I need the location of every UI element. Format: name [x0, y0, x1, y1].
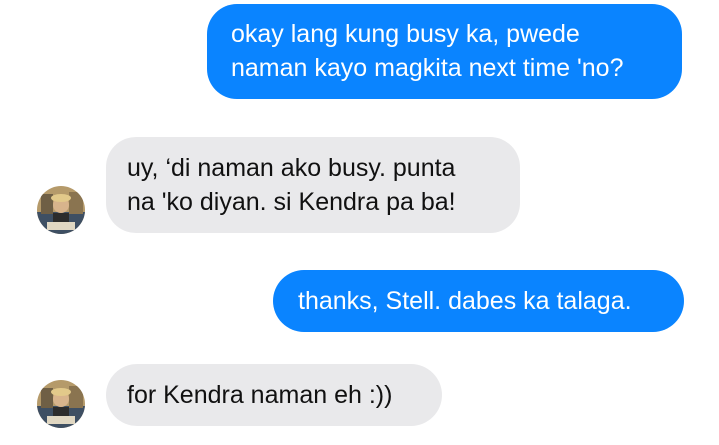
avatar-photo-icon [37, 186, 85, 234]
message-line: uy, ‘di naman ako busy. punta [127, 154, 456, 182]
contact-avatar[interactable] [37, 380, 85, 428]
message-line: for Kendra naman eh :)) [127, 381, 393, 409]
message-line: naman kayo magkita next time 'no? [231, 54, 624, 82]
incoming-message-bubble[interactable]: uy, ‘di naman ako busy. punta na 'ko diy… [106, 137, 520, 233]
message-line: na 'ko diyan. si Kendra pa ba! [127, 188, 456, 216]
outgoing-message-bubble[interactable]: okay lang kung busy ka, pwede naman kayo… [207, 4, 682, 99]
avatar-photo-icon [37, 380, 85, 428]
contact-avatar[interactable] [37, 186, 85, 234]
incoming-message-bubble[interactable]: for Kendra naman eh :)) [106, 364, 442, 426]
message-line: thanks, Stell. dabes ka talaga. [298, 287, 632, 315]
outgoing-message-bubble[interactable]: thanks, Stell. dabes ka talaga. [273, 270, 684, 332]
message-line: okay lang kung busy ka, pwede [231, 20, 580, 48]
